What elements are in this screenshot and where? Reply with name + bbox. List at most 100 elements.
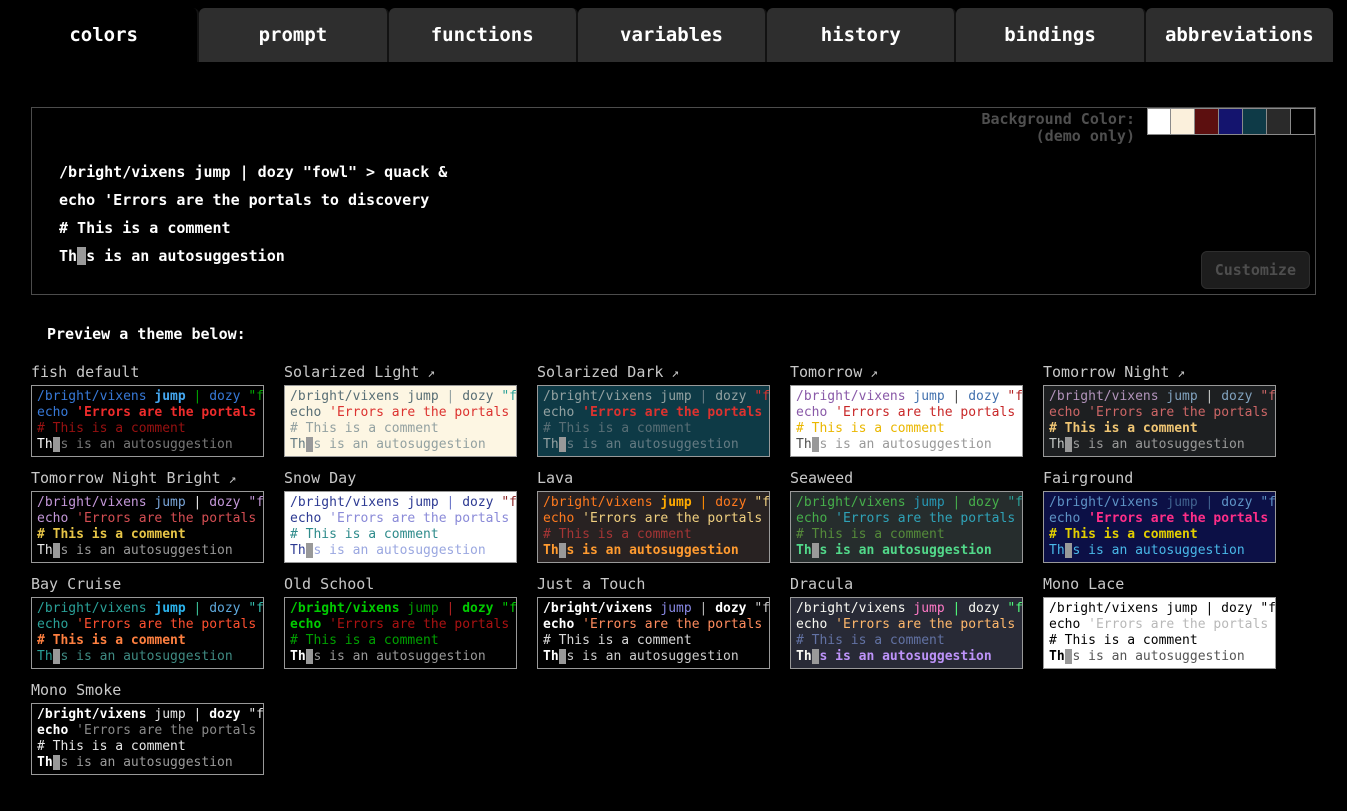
- code-line: /bright/vixens jump | dozy "fowl" > quac…: [1049, 389, 1270, 405]
- theme-card-just-a-touch[interactable]: /bright/vixens jump | dozy "fowl" > quac…: [537, 597, 770, 669]
- code-token: 'Errors are the portals to discovery: [329, 405, 517, 420]
- code-token: # This is a comment: [1049, 421, 1198, 436]
- bg-swatch-3[interactable]: [1219, 108, 1243, 135]
- external-link-icon[interactable]: ↗: [663, 366, 679, 381]
- theme-title: fish default: [31, 362, 284, 385]
- code-line: This is an autosuggestion: [543, 649, 764, 665]
- theme-title: Mono Lace: [1043, 574, 1296, 597]
- code-token: # This is a comment: [543, 633, 692, 648]
- theme-card-bay-cruise[interactable]: /bright/vixens jump | dozy "fowl" > quac…: [31, 597, 264, 669]
- theme-card-fairground[interactable]: /bright/vixens jump | dozy "fowl" > quac…: [1043, 491, 1276, 563]
- demo-only-label: (demo only): [981, 128, 1135, 145]
- code-line: # This is a comment: [543, 421, 764, 437]
- code-token: |: [953, 601, 969, 616]
- tab-colors[interactable]: colors: [10, 8, 199, 62]
- code-token: |: [194, 707, 210, 722]
- code-token: 'Errors are the portals to discovery: [76, 723, 264, 738]
- bg-swatch-5[interactable]: [1267, 108, 1291, 135]
- theme-name: Tomorrow: [790, 363, 862, 381]
- code-line: echo 'Errors are the portals to discover…: [59, 186, 447, 214]
- external-link-icon[interactable]: ↗: [419, 366, 435, 381]
- code-line: # This is a comment: [796, 633, 1017, 649]
- theme-card-old-school[interactable]: /bright/vixens jump | dozy "fowl" > quac…: [284, 597, 517, 669]
- code-line: echo 'Errors are the portals to discover…: [796, 405, 1017, 421]
- theme-card-solarized-light[interactable]: /bright/vixens jump | dozy "fowl" > quac…: [284, 385, 517, 457]
- tab-variables[interactable]: variables: [578, 8, 767, 62]
- code-token: /bright/vixens jump: [290, 389, 447, 404]
- external-link-icon[interactable]: ↗: [1169, 366, 1185, 381]
- code-token: echo: [290, 405, 329, 420]
- theme-name: Bay Cruise: [31, 575, 121, 593]
- theme-card-fish-default[interactable]: /bright/vixens jump | dozy "fowl" > quac…: [31, 385, 264, 457]
- external-link-icon[interactable]: ↗: [862, 366, 878, 381]
- bg-swatch-6[interactable]: [1291, 108, 1315, 135]
- theme-cell-dracula: Dracula/bright/vixens jump | dozy "fowl"…: [790, 574, 1043, 669]
- code-token: echo: [290, 617, 329, 632]
- theme-name: Tomorrow Night Bright: [31, 469, 221, 487]
- bg-swatch-2[interactable]: [1195, 108, 1219, 135]
- code-token: s is an autosuggestion: [819, 543, 991, 558]
- theme-title: Dracula: [790, 574, 1043, 597]
- tab-bindings[interactable]: bindings: [956, 8, 1145, 62]
- tab-history[interactable]: history: [767, 8, 956, 62]
- theme-cell-solarized-light: Solarized Light ↗/bright/vixens jump | d…: [284, 362, 537, 457]
- tab-prompt[interactable]: prompt: [199, 8, 388, 62]
- code-line: /bright/vixens jump | dozy "fowl" > quac…: [37, 707, 258, 723]
- code-token: 'Errors are the portals to discovery: [1088, 511, 1276, 526]
- theme-card-dracula[interactable]: /bright/vixens jump | dozy "fowl" > quac…: [790, 597, 1023, 669]
- code-line: /bright/vixens jump | dozy "fowl" > quac…: [796, 389, 1017, 405]
- code-token: dozy: [968, 495, 1007, 510]
- theme-preview-panel: Background Color: (demo only) /bright/vi…: [31, 107, 1316, 295]
- code-token: |: [700, 389, 716, 404]
- theme-card-tomorrow-night[interactable]: /bright/vixens jump | dozy "fowl" > quac…: [1043, 385, 1276, 457]
- code-token: "fowl" > quack &: [248, 389, 264, 404]
- code-token: |: [1206, 495, 1222, 510]
- code-line: echo 'Errors are the portals to discover…: [290, 405, 511, 421]
- bg-swatch-0[interactable]: [1147, 108, 1171, 135]
- code-token: /bright/vixens: [1049, 495, 1166, 510]
- theme-card-snow-day[interactable]: /bright/vixens jump | dozy "fowl" > quac…: [284, 491, 517, 563]
- code-token: jump: [154, 707, 193, 722]
- theme-card-tomorrow-night-bright[interactable]: /bright/vixens jump | dozy "fowl" > quac…: [31, 491, 264, 563]
- theme-title: Just a Touch: [537, 574, 790, 597]
- code-line: echo 'Errors are the portals to discover…: [543, 405, 764, 421]
- tab-functions[interactable]: functions: [389, 8, 578, 62]
- bg-swatch-1[interactable]: [1171, 108, 1195, 135]
- code-token: echo: [1049, 405, 1088, 420]
- code-token: |: [447, 495, 463, 510]
- theme-name: Solarized Dark: [537, 363, 663, 381]
- customize-button[interactable]: Customize: [1201, 251, 1310, 289]
- code-token: Th: [796, 437, 812, 452]
- code-token: echo 'Errors are the portals to discover…: [59, 191, 429, 209]
- code-token: # This is a comment: [543, 527, 692, 542]
- code-line: # This is a comment: [1049, 527, 1270, 543]
- theme-name: Just a Touch: [537, 575, 645, 593]
- theme-title: Tomorrow Night Bright ↗: [31, 468, 284, 491]
- code-token: dozy: [209, 495, 248, 510]
- tab-abbreviations[interactable]: abbreviations: [1146, 8, 1333, 62]
- code-token: |: [447, 601, 463, 616]
- code-token: echo: [543, 511, 582, 526]
- code-token: Th: [543, 649, 559, 664]
- code-token: "fowl" > quack &: [1007, 601, 1023, 616]
- theme-card-mono-lace[interactable]: /bright/vixens jump | dozy "fowl" > quac…: [1043, 597, 1276, 669]
- external-link-icon[interactable]: ↗: [221, 472, 237, 487]
- code-line: /bright/vixens jump | dozy "fowl" > quac…: [290, 601, 511, 617]
- code-token: |: [953, 389, 969, 404]
- code-token: 'Errors are the portals to discovery: [1088, 405, 1276, 420]
- theme-name: Lava: [537, 469, 573, 487]
- code-token: "fowl" > quack &: [754, 495, 770, 510]
- theme-card-solarized-dark[interactable]: /bright/vixens jump | dozy "fowl" > quac…: [537, 385, 770, 457]
- code-token: echo: [796, 617, 835, 632]
- code-line: /bright/vixens jump | dozy "fowl" > quac…: [796, 601, 1017, 617]
- theme-card-tomorrow[interactable]: /bright/vixens jump | dozy "fowl" > quac…: [790, 385, 1023, 457]
- code-token: # This is a comment: [290, 633, 439, 648]
- theme-grid: fish default/bright/vixens jump | dozy "…: [31, 362, 1347, 775]
- theme-card-lava[interactable]: /bright/vixens jump | dozy "fowl" > quac…: [537, 491, 770, 563]
- code-line: echo 'Errors are the portals to discover…: [1049, 617, 1270, 633]
- theme-card-mono-smoke[interactable]: /bright/vixens jump | dozy "fowl" > quac…: [31, 703, 264, 775]
- code-token: 'Errors are the portals to discovery: [582, 405, 770, 420]
- bg-swatch-4[interactable]: [1243, 108, 1267, 135]
- code-line: # This is a comment: [37, 527, 258, 543]
- theme-card-seaweed[interactable]: /bright/vixens jump | dozy "fowl" > quac…: [790, 491, 1023, 563]
